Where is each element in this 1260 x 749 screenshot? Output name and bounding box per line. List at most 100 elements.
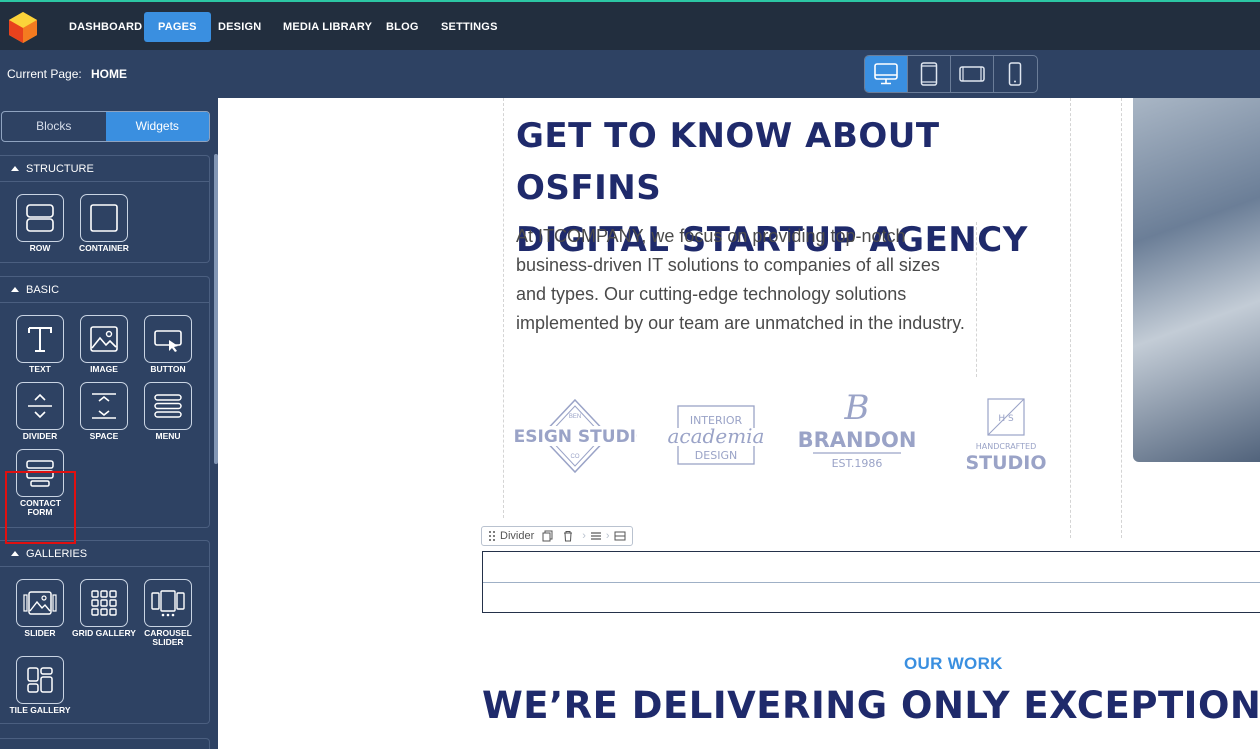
widget-container[interactable]: CONTAINER [72,194,136,253]
basic-title: BASIC [26,284,60,296]
widget-divider[interactable]: DIVIDER [8,382,72,441]
social-panel [0,738,210,749]
nav-blog[interactable]: BLOG [372,12,433,42]
image-icon [90,326,118,352]
widget-image-label: IMAGE [90,364,118,374]
breadcrumb-separator-icon: › [605,530,610,542]
widget-space[interactable]: SPACE [72,382,136,441]
widget-row[interactable]: ROW [8,194,72,253]
galleries-title: GALLERIES [26,548,88,560]
divider-element-selected[interactable] [482,551,1260,613]
widget-text-label: TEXT [29,364,51,374]
svg-text:DESIGN STUDIO: DESIGN STUDIO [513,427,637,447]
heading-line-1: GET TO KNOW ABOUT OSFINS [516,116,940,208]
nav-design[interactable]: DESIGN [204,12,275,42]
widget-button-label: BUTTON [150,364,186,374]
svg-text:STUDIO: STUDIO [965,452,1046,474]
our-work-label[interactable]: OUR WORK [904,654,1003,674]
space-icon [92,393,116,419]
current-page-value[interactable]: HOME [91,67,127,81]
button-icon [154,330,182,352]
tile-gallery-icon [27,667,53,693]
intro-paragraph[interactable]: At ITCOMPANY, we focus on providing top-… [516,222,966,338]
container-icon [90,204,118,232]
column-guide [1070,98,1071,538]
widget-text[interactable]: TEXT [8,315,72,374]
structure-panel-header[interactable]: STRUCTURE [0,156,209,182]
widget-tile-gallery-label: TILE GALLERY [9,705,71,715]
duplicate-icon[interactable] [542,530,554,542]
collapse-caret-icon [11,287,19,292]
nav-media-library[interactable]: MEDIA LIBRARY [269,12,386,42]
widget-slider[interactable]: SLIDER [8,579,72,638]
desktop-view-button[interactable] [865,56,908,92]
collapse-caret-icon [11,166,19,171]
page-toolbar: Current Page: HOME [0,50,1260,98]
container-parent-icon[interactable] [614,530,626,542]
collapse-caret-icon [11,551,19,556]
basic-panel-header[interactable]: BASIC [0,277,209,303]
logo-brandon[interactable]: B BRANDON EST.1986 [787,383,927,488]
widget-grid-gallery[interactable]: GRID GALLERY [72,579,136,638]
team-photo[interactable] [1133,98,1260,462]
divider-toolbar-label: Divider [500,530,535,542]
current-page-label: Current Page: [7,67,82,81]
grid-gallery-icon [91,590,117,616]
widget-carousel-slider-label: CAROUSEL SLIDER [144,628,192,647]
nav-pages[interactable]: PAGES [144,12,211,42]
widget-container-label: CONTAINER [79,243,129,253]
tablet-landscape-view-button[interactable] [951,56,994,92]
tab-widgets[interactable]: Widgets [105,112,209,141]
slider-icon [23,591,57,615]
text-icon [28,327,52,352]
divider-line [483,582,1260,583]
column-guide [503,98,504,518]
widget-grid-gallery-label: GRID GALLERY [72,628,136,638]
tablet-view-button[interactable] [908,56,951,92]
widget-tile-gallery[interactable]: TILE GALLERY [8,656,72,715]
widget-menu-label: MENU [155,431,181,441]
sidebar-tabs: Blocks Widgets [1,111,210,142]
section-heading[interactable]: WE’RE DELIVERING ONLY EXCEPTIONAL QUALI [482,684,1260,727]
device-switcher [864,55,1038,93]
widget-carousel-slider[interactable]: CAROUSEL SLIDER [136,579,200,647]
svg-text:DESIGN: DESIGN [695,449,737,462]
top-navigation: DASHBOARD PAGES DESIGN MEDIA LIBRARY BLO… [0,0,1260,50]
widget-space-label: SPACE [89,431,119,441]
svg-text:EST.1986: EST.1986 [832,457,883,470]
nav-settings[interactable]: SETTINGS [427,12,512,42]
app-logo-icon[interactable] [6,10,40,44]
desktop-icon [874,63,898,85]
svg-text:HANDCRAFTED: HANDCRAFTED [976,442,1037,451]
phone-view-button[interactable] [994,56,1037,92]
divider-highlight-box [5,471,76,544]
galleries-panel-header[interactable]: GALLERIES [0,541,209,567]
logo-design-studio[interactable]: BEN DESIGN STUDIO CO [505,383,645,488]
svg-text:B: B [844,391,870,428]
carousel-slider-icon [151,590,185,617]
svg-text:BEN: BEN [569,414,581,420]
structure-panel: STRUCTURE ROW CONTAINER [0,155,210,263]
nav-dashboard[interactable]: DASHBOARD [55,12,156,42]
svg-text:H S: H S [998,414,1014,424]
tab-blocks[interactable]: Blocks [2,112,106,141]
widget-button[interactable]: BUTTON [136,315,200,374]
galleries-panel: GALLERIES SLIDER GRID GALLERY CAROUSEL S… [0,540,210,724]
menu-parent-icon[interactable] [590,530,602,542]
page-canvas: GET TO KNOW ABOUT OSFINS DIGITAL STARTUP… [218,98,1260,749]
drag-handle-icon[interactable] [488,530,496,542]
svg-text:CO: CO [571,454,580,460]
breadcrumb-separator-icon: › [582,530,586,542]
column-guide [1121,98,1122,538]
logo-academia[interactable]: INTERIOR academia DESIGN [646,383,786,488]
logo-handcrafted-studio[interactable]: H S HANDCRAFTED STUDIO [930,383,1070,488]
divider-icon [28,393,52,419]
delete-icon[interactable] [562,530,574,542]
structure-title: STRUCTURE [26,163,94,175]
widget-image[interactable]: IMAGE [72,315,136,374]
widget-menu[interactable]: MENU [136,382,200,441]
row-icon [26,204,54,232]
menu-icon [154,394,182,418]
widget-sidebar: Blocks Widgets STRUCTURE ROW CONTAINER B… [0,98,218,749]
tablet-icon [920,62,938,86]
